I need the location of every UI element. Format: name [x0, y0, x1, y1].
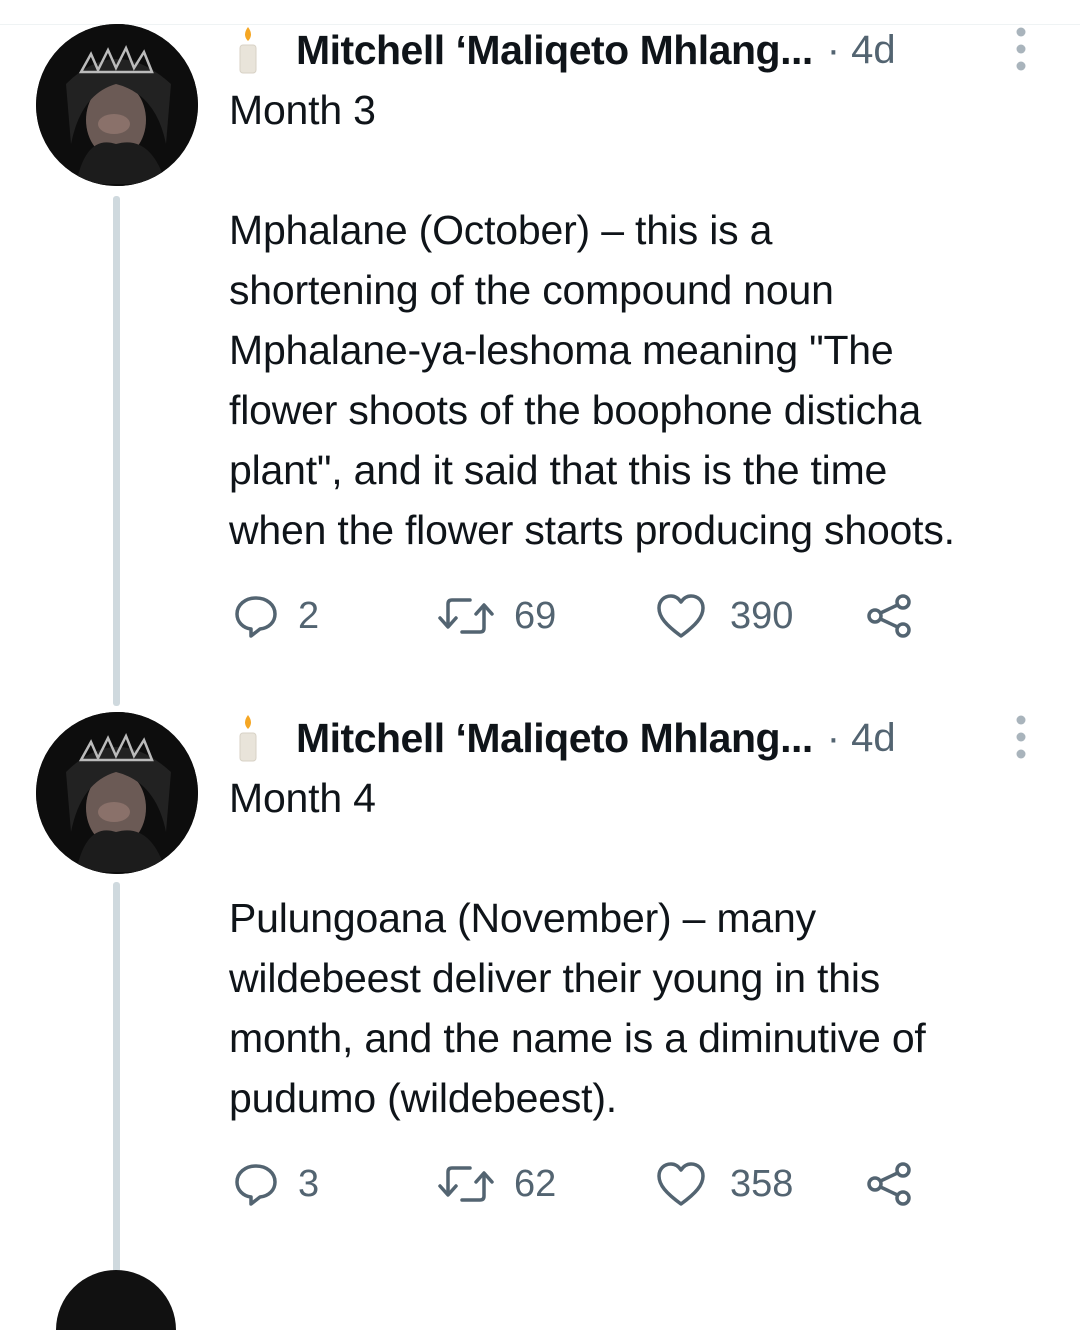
tweet-2[interactable]: Mitchell ‘Maliqeto Mhlang... · 4d Month …: [0, 700, 1080, 1284]
reply-count: 2: [298, 594, 320, 637]
candle-icon: [239, 27, 257, 74]
retweet-button[interactable]: 62: [438, 1154, 556, 1214]
thread-line: [113, 196, 120, 706]
share-button[interactable]: [864, 1154, 914, 1214]
heart-icon: [657, 1162, 705, 1206]
like-button[interactable]: 358: [656, 1154, 793, 1214]
candle-icon: [239, 715, 257, 762]
tweet-actions: 3 62 358: [232, 1154, 932, 1214]
tweet-timestamp[interactable]: · 4d: [827, 28, 896, 73]
heart-icon: [657, 594, 705, 638]
thread-line: [113, 882, 120, 1276]
more-vertical-icon[interactable]: [1006, 712, 1036, 762]
reply-icon: [235, 596, 277, 638]
more-vertical-icon[interactable]: [1006, 24, 1036, 74]
share-icon: [867, 594, 911, 638]
author-name[interactable]: Mitchell ‘Maliqeto Mhlang...: [296, 715, 813, 762]
retweet-button[interactable]: 69: [438, 586, 556, 646]
author-name[interactable]: Mitchell ‘Maliqeto Mhlang...: [296, 27, 813, 74]
tweet-text: Month 4 Pulungoana (November) – many wil…: [229, 775, 926, 1121]
retweet-icon: [438, 1166, 494, 1202]
tweet-timestamp[interactable]: · 4d: [827, 716, 896, 761]
tweet-text: Month 3 Mphalane (October) – this is a s…: [229, 87, 955, 553]
avatar[interactable]: [36, 712, 198, 874]
reply-count: 3: [298, 1162, 320, 1205]
like-count: 390: [730, 594, 794, 637]
reply-button[interactable]: 3: [232, 1154, 319, 1214]
share-button[interactable]: [864, 586, 914, 646]
like-count: 358: [730, 1162, 794, 1205]
share-icon: [867, 1162, 911, 1206]
retweet-icon: [438, 598, 494, 634]
reply-icon: [235, 1164, 277, 1206]
tweet-actions: 2 69 390: [232, 586, 932, 646]
tweet-header: Mitchell ‘Maliqeto Mhlang... · 4d: [228, 708, 1048, 768]
tweet-header: Mitchell ‘Maliqeto Mhlang... · 4d: [228, 20, 1048, 80]
retweet-count: 62: [514, 1162, 557, 1205]
retweet-count: 69: [514, 594, 557, 637]
like-button[interactable]: 390: [656, 586, 793, 646]
avatar[interactable]: [36, 24, 198, 186]
reply-button[interactable]: 2: [232, 586, 319, 646]
tweet-1[interactable]: Mitchell ‘Maliqeto Mhlang... · 4d Month …: [0, 0, 1080, 706]
